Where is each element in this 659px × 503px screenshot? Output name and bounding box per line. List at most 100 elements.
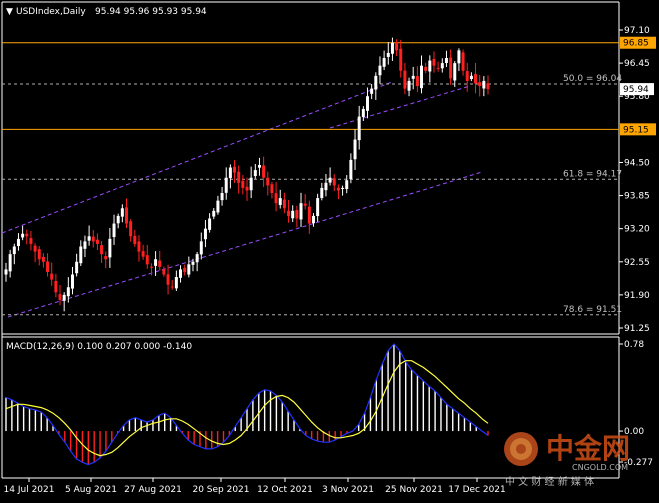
candle-body (83, 241, 87, 249)
candle-body (270, 184, 274, 194)
candle-body (399, 48, 403, 71)
date-label: 25 Nov 2021 (385, 485, 443, 495)
candle-body (432, 58, 436, 66)
candle-body (282, 199, 286, 209)
candle-body (112, 223, 116, 238)
date-label: 5 Aug 2021 (65, 485, 117, 495)
candle-body (125, 207, 128, 224)
candle-body (415, 76, 419, 87)
watermark-brand: 中金网 (546, 432, 630, 465)
candle-body (403, 70, 407, 89)
date-label: 17 Dec 2021 (448, 485, 506, 495)
candle-body (336, 187, 340, 191)
candle-body (66, 287, 70, 297)
candle-body (16, 238, 20, 247)
candle-body (357, 116, 361, 141)
candle-body (91, 236, 95, 242)
price-tick-label: 91.90 (624, 291, 650, 301)
candle-body (174, 277, 178, 289)
candle-body (440, 63, 444, 69)
price-tick-label: 96.45 (624, 59, 650, 69)
candle-body (58, 294, 62, 300)
price-tick-label: 93.20 (624, 225, 650, 235)
price-tick-label: 91.25 (624, 324, 650, 334)
candle-body (137, 241, 141, 252)
candle-body (287, 210, 291, 216)
candle-body (361, 108, 365, 118)
candle-body (390, 42, 394, 54)
candle-body (395, 42, 399, 51)
candle-body (262, 165, 266, 178)
candle-body (374, 75, 378, 90)
candle-body (158, 260, 162, 267)
candle-body (353, 139, 357, 160)
candle-body (436, 67, 440, 69)
candle-body (482, 80, 486, 89)
candle-body (46, 261, 50, 272)
candle-body (320, 187, 324, 199)
candle-body (166, 274, 170, 285)
candle-body (208, 218, 212, 230)
candle-body (274, 193, 278, 204)
candle-body (199, 241, 203, 255)
watermark-tagline: 中 文 财 经 新 媒 体 (505, 475, 594, 488)
candle-body (120, 208, 124, 217)
price-tick-label: 97.10 (624, 26, 650, 36)
candle-body (266, 177, 270, 186)
current-price-label: 95.94 (623, 85, 649, 95)
candle-body (162, 269, 166, 275)
candle-body (133, 235, 137, 244)
level-price-label: 95.15 (623, 125, 649, 135)
candle-body (183, 267, 187, 272)
candle-body (478, 82, 482, 87)
candle-body (187, 264, 191, 275)
candle-body (195, 254, 199, 263)
candle-body (129, 221, 133, 237)
candle-body (216, 200, 220, 213)
date-label: 14 Jul 2021 (4, 485, 55, 495)
candle-body (341, 187, 345, 189)
fib-label: 78.6 = 91.51 (563, 305, 622, 315)
candle-body (62, 294, 66, 301)
candle-body (444, 58, 448, 63)
date-label: 27 Aug 2021 (124, 485, 182, 495)
price-tick-label: 94.50 (624, 158, 650, 168)
candle-body (233, 166, 237, 173)
candle-body (453, 63, 457, 81)
candle-body (370, 88, 374, 94)
candle-body (237, 171, 241, 183)
candle-body (299, 203, 303, 220)
candle-body (25, 233, 29, 237)
candle-body (116, 215, 120, 224)
fib-label: 50.0 = 96.04 (563, 74, 622, 84)
candle-body (100, 245, 104, 255)
date-label: 3 Nov 2021 (322, 485, 374, 495)
candle-body (179, 269, 183, 278)
candle-body (241, 180, 245, 188)
candle-body (316, 198, 320, 217)
watermark-domain: CNGOLD.COM (572, 463, 628, 472)
chart-symbol: USDIndex,Daily (16, 7, 86, 17)
candle-body (345, 180, 349, 190)
candle-body (41, 256, 45, 262)
candle-body (4, 269, 8, 275)
candle-body (474, 74, 478, 84)
candle-body (366, 96, 369, 111)
macd-tick-label: 0.78 (624, 340, 644, 350)
candle-body (424, 66, 428, 71)
candle-body (407, 80, 411, 91)
candle-body (349, 159, 353, 180)
candle-body (245, 186, 249, 191)
candle-body (228, 167, 232, 179)
candle-body (332, 178, 336, 186)
ohlc-readout: 95.94 95.96 95.93 95.94 (95, 7, 207, 17)
candle-body (50, 273, 54, 280)
candle-body (465, 71, 469, 81)
candle-body (8, 254, 12, 272)
menu-arrow-icon[interactable]: ▼ (6, 7, 13, 17)
candle-body (311, 215, 315, 224)
candle-body (428, 60, 432, 72)
level-price-label: 96.85 (623, 39, 649, 49)
candle-body (307, 206, 311, 224)
candle-body (154, 259, 158, 266)
